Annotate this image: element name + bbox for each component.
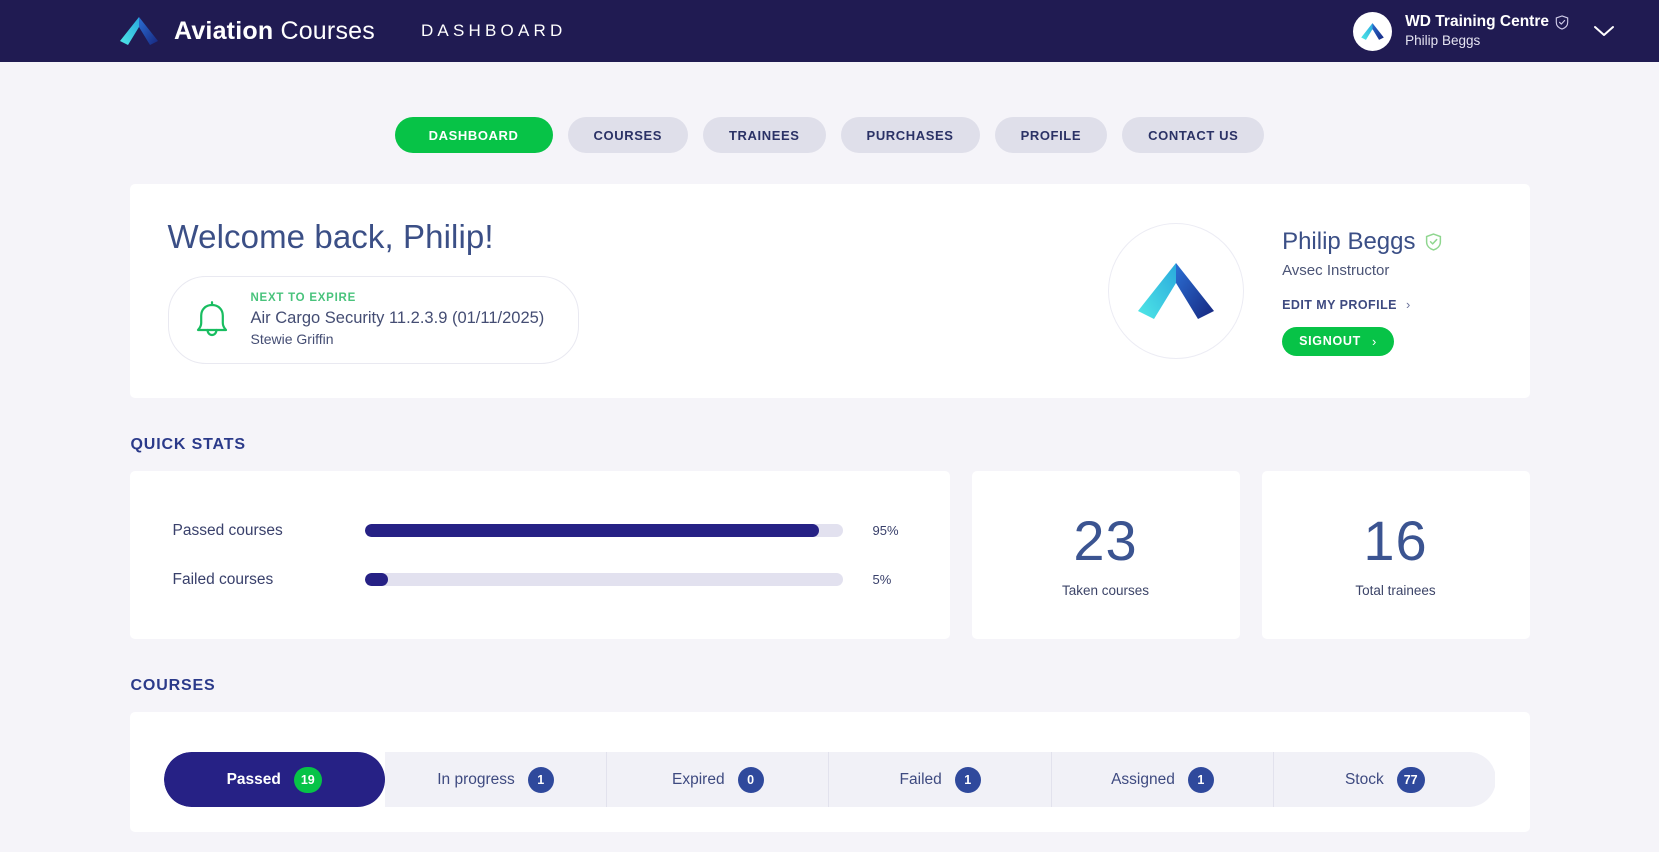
stat-bar-fill <box>364 573 389 586</box>
aviation-logo-icon <box>1138 263 1215 319</box>
account-avatar <box>1353 11 1393 51</box>
tab-label: Failed <box>899 770 942 788</box>
signout-label: SIGNOUT <box>1299 334 1361 348</box>
tab-label: Expired <box>672 770 725 788</box>
stat-bar-percent: 95% <box>872 523 899 538</box>
verified-shield-icon <box>1425 232 1441 251</box>
stat-bar-track <box>364 573 843 586</box>
stat-value: 16 <box>1363 508 1428 572</box>
tab-count-badge: 1 <box>954 766 981 793</box>
stat-bar-passed: Passed courses 95% <box>173 522 950 540</box>
profile-role: Avsec Instructor <box>1282 261 1390 279</box>
brand-name-light: Courses <box>280 16 375 45</box>
welcome-card: Welcome back, Philip! NEXT TO EXPIRE Air… <box>129 184 1530 398</box>
tab-label: Passed <box>226 770 281 788</box>
tab-assigned[interactable]: Assigned 1 <box>1051 752 1275 807</box>
tab-in-progress[interactable]: In progress 1 <box>384 752 608 807</box>
aviation-logo-icon <box>120 17 158 45</box>
verified-shield-icon <box>1555 15 1569 30</box>
chevron-down-icon <box>1594 26 1614 36</box>
quick-stats-row: Passed courses 95% Failed courses 5% 23 … <box>129 471 1530 639</box>
tab-label: In progress <box>437 770 515 788</box>
top-bar: Aviation Courses DASHBOARD WD Training C… <box>0 0 1659 62</box>
brand-logo[interactable]: Aviation Courses <box>118 16 375 46</box>
tab-label: Assigned <box>1111 770 1175 788</box>
stat-caption: Total trainees <box>1355 582 1436 598</box>
stat-bar-track <box>364 524 843 537</box>
nav-item-profile[interactable]: PROFILE <box>994 117 1108 153</box>
stat-bar-fill <box>364 524 819 537</box>
courses-heading: COURSES <box>130 677 216 694</box>
welcome-heading: Welcome back, Philip! <box>167 218 494 256</box>
bell-icon <box>196 301 227 337</box>
stat-bar-label: Failed courses <box>172 570 274 588</box>
quick-stats-bars-card: Passed courses 95% Failed courses 5% <box>129 471 950 639</box>
courses-card: Passed 19 In progress 1 Expired 0 Failed… <box>129 712 1530 832</box>
aviation-logo-icon <box>1361 22 1384 40</box>
brand-name-bold: Aviation <box>174 16 274 45</box>
nav-item-courses[interactable]: COURSES <box>567 117 689 153</box>
stat-card-total-trainees: 16 Total trainees <box>1261 471 1530 639</box>
edit-my-profile-label: EDIT MY PROFILE <box>1282 297 1397 312</box>
stat-card-taken-courses: 23 Taken courses <box>971 471 1240 639</box>
edit-my-profile-link[interactable]: EDIT MY PROFILE › <box>1282 297 1441 313</box>
tab-label: Stock <box>1344 770 1384 788</box>
signout-button[interactable]: SIGNOUT › <box>1282 326 1394 356</box>
next-to-expire-trainee: Stewie Griffin <box>250 331 334 348</box>
tab-passed[interactable]: Passed 19 <box>163 752 385 807</box>
main-navigation: DASHBOARD COURSES TRAINEES PURCHASES PRO… <box>0 117 1659 153</box>
chevron-right-icon: › <box>1371 333 1377 349</box>
courses-tabs: Passed 19 In progress 1 Expired 0 Failed… <box>163 752 1496 807</box>
brand-text: Aviation Courses <box>174 17 375 46</box>
section-title: DASHBOARD <box>420 21 567 40</box>
nav-item-trainees[interactable]: TRAINEES <box>703 117 826 153</box>
tab-count-badge: 19 <box>293 766 322 793</box>
account-org-name: WD Training Centre <box>1405 13 1549 31</box>
quick-stats-heading: QUICK STATS <box>130 436 246 453</box>
nav-item-contact-us[interactable]: CONTACT US <box>1122 117 1265 153</box>
tab-stock[interactable]: Stock 77 <box>1274 752 1496 807</box>
tab-count-badge: 0 <box>737 766 764 793</box>
nav-item-dashboard[interactable]: DASHBOARD <box>394 117 553 153</box>
next-to-expire-panel[interactable]: NEXT TO EXPIRE Air Cargo Security 11.2.3… <box>167 276 580 364</box>
profile-name-text: Philip Beggs <box>1282 227 1416 255</box>
tab-count-badge: 77 <box>1396 766 1425 793</box>
account-dropdown-toggle[interactable] <box>1569 0 1639 62</box>
tab-expired[interactable]: Expired 0 <box>607 752 830 807</box>
stat-bar-percent: 5% <box>872 572 892 587</box>
stat-bar-failed: Failed courses 5% <box>173 571 950 589</box>
account-menu[interactable]: WD Training Centre Philip Beggs <box>1353 0 1639 62</box>
next-to-expire-label: NEXT TO EXPIRE <box>250 292 357 305</box>
page-content: Welcome back, Philip! NEXT TO EXPIRE Air… <box>129 153 1530 832</box>
tab-count-badge: 1 <box>1187 766 1214 793</box>
stat-bar-label: Passed courses <box>172 521 283 539</box>
tab-failed[interactable]: Failed 1 <box>829 752 1052 807</box>
stat-caption: Taken courses <box>1061 582 1150 598</box>
next-to-expire-course: Air Cargo Security 11.2.3.9 (01/11/2025) <box>250 309 545 328</box>
account-user-name: Philip Beggs <box>1405 33 1481 49</box>
profile-avatar <box>1108 223 1245 359</box>
nav-item-purchases[interactable]: PURCHASES <box>840 117 980 153</box>
stat-value: 23 <box>1073 508 1138 572</box>
tab-count-badge: 1 <box>527 766 554 793</box>
chevron-right-icon: › <box>1405 297 1411 313</box>
